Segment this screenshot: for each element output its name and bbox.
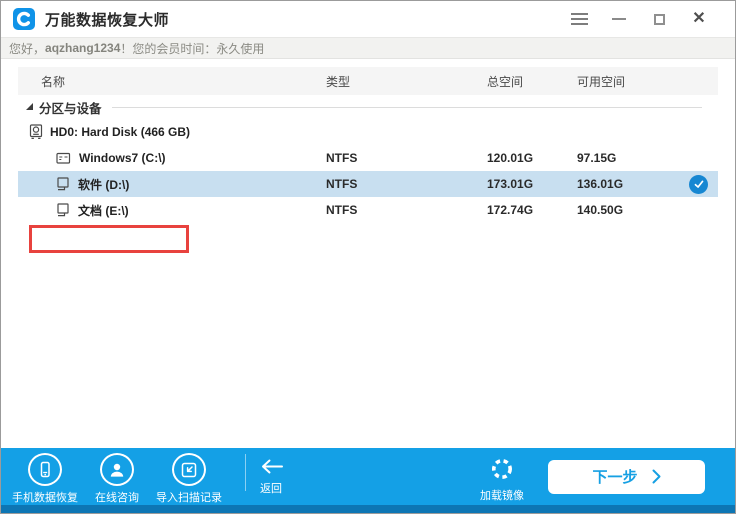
chevron-right-icon: [652, 469, 661, 484]
back-button[interactable]: 返回: [260, 448, 284, 505]
drive-list-panel: 名称 类型 总空间 可用空间 分区与设备 HD0: Hard Disk (466…: [1, 59, 735, 448]
partition-type: NTFS: [326, 177, 487, 191]
partition-drive-icon: [56, 203, 70, 217]
close-button[interactable]: ✕: [689, 9, 709, 29]
partition-total: 172.74G: [487, 203, 577, 217]
partition-total: 120.01G: [487, 151, 577, 165]
title-bar: 万能数据恢复大师 ✕: [1, 1, 735, 37]
device-row-hd0[interactable]: HD0: Hard Disk (466 GB): [18, 119, 718, 145]
tree-group-partitions[interactable]: 分区与设备: [18, 95, 718, 119]
next-step-button[interactable]: 下一步: [548, 460, 705, 494]
tree-group-label: 分区与设备: [39, 98, 102, 117]
partition-row-d[interactable]: 软件 (D:\) NTFS 173.01G 136.01G: [18, 171, 718, 197]
footer-bottom-strip: [1, 505, 735, 513]
window-title: 万能数据恢复大师: [45, 9, 169, 30]
app-logo-icon: [13, 8, 35, 30]
partition-name: Windows7 (C:\): [79, 151, 166, 165]
back-label: 返回: [260, 480, 282, 496]
partition-total: 173.01G: [487, 177, 577, 191]
hard-disk-icon: [29, 124, 43, 140]
action-label: 手机数据恢复: [12, 489, 78, 505]
window-controls: ✕: [569, 9, 735, 29]
tree-expanded-icon: [26, 103, 33, 110]
partition-free: 136.01G: [577, 177, 679, 191]
phone-recovery-button[interactable]: 手机数据恢复: [9, 448, 81, 505]
column-header-name: 名称: [18, 73, 326, 90]
member-status-bar: 您好，aqzhang1234！您的会员时间：永久使用: [1, 37, 735, 59]
selected-check-icon[interactable]: [689, 175, 708, 194]
partition-type: NTFS: [326, 151, 487, 165]
selection-highlight-box: [29, 225, 189, 253]
next-step-label: 下一步: [592, 466, 637, 487]
partition-name: 文档 (E:\): [78, 202, 129, 219]
column-header-total: 总空间: [487, 73, 577, 90]
back-arrow-icon: [260, 458, 284, 475]
import-scan-record-button[interactable]: 导入扫描记录: [153, 448, 225, 505]
username: aqzhang1234: [45, 41, 120, 55]
menu-icon[interactable]: [569, 9, 589, 29]
person-icon: [100, 453, 134, 486]
online-consult-button[interactable]: 在线咨询: [81, 448, 153, 505]
partition-free: 97.15G: [577, 151, 679, 165]
partition-name: 软件 (D:\): [78, 176, 129, 193]
system-drive-icon: [56, 152, 71, 165]
action-label: 在线咨询: [95, 489, 139, 505]
partition-type: NTFS: [326, 203, 487, 217]
action-label: 导入扫描记录: [156, 489, 222, 505]
import-icon: [172, 453, 206, 486]
load-image-label: 加载镜像: [480, 487, 524, 503]
greeting-prefix: 您好，: [9, 40, 45, 57]
partition-free: 140.50G: [577, 203, 679, 217]
phone-icon: [28, 453, 62, 486]
dashed-circle-icon: [490, 457, 514, 481]
group-divider-line: [112, 107, 702, 108]
column-header-type: 类型: [326, 73, 487, 90]
footer-divider: [245, 454, 246, 491]
device-label: HD0: Hard Disk (466 GB): [50, 125, 190, 139]
maximize-button[interactable]: [649, 9, 669, 29]
partition-drive-icon: [56, 177, 70, 191]
partition-row-e[interactable]: 文档 (E:\) NTFS 172.74G 140.50G: [18, 197, 718, 223]
minimize-button[interactable]: [609, 9, 629, 29]
load-image-button[interactable]: 加载镜像: [470, 448, 534, 505]
column-header-free: 可用空间: [577, 73, 679, 90]
app-window: 万能数据恢复大师 ✕ 您好，aqzhang1234！您的会员时间：永久使用 名称…: [0, 0, 736, 514]
partition-row-c[interactable]: Windows7 (C:\) NTFS 120.01G 97.15G: [18, 145, 718, 171]
greeting-suffix: ！您的会员时间：永久使用: [120, 40, 264, 57]
footer-toolbar: 手机数据恢复 在线咨询 导入扫描记录: [1, 448, 735, 505]
table-header: 名称 类型 总空间 可用空间: [18, 67, 718, 95]
